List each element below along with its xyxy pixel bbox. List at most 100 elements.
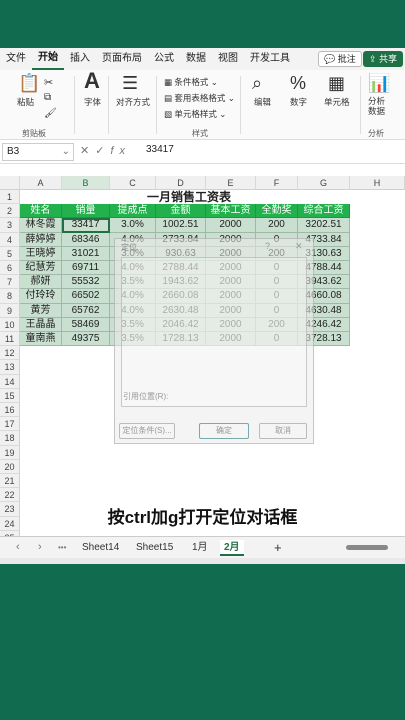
column-header-d[interactable]: D xyxy=(156,176,206,190)
sheet-tab-sheet15[interactable]: Sheet15 xyxy=(132,540,177,556)
table-cell[interactable]: 王晓婷 xyxy=(20,246,62,261)
row-header-7[interactable]: 7 xyxy=(0,275,20,290)
header-cell[interactable]: 综合工资 xyxy=(298,204,350,219)
select-all-corner[interactable] xyxy=(0,176,20,190)
table-cell[interactable]: 3.0% xyxy=(110,218,156,233)
special-button[interactable]: 定位条件(S)... xyxy=(119,423,175,439)
header-cell[interactable]: 销量 xyxy=(62,204,110,219)
font-label[interactable]: 字体 xyxy=(84,96,101,108)
row-header-11[interactable]: 11 xyxy=(0,332,20,347)
table-cell[interactable]: 58469 xyxy=(62,317,110,332)
column-header-a[interactable]: A xyxy=(20,176,62,190)
table-cell[interactable]: 1002.51 xyxy=(156,218,206,233)
percent-icon[interactable]: % xyxy=(290,74,306,92)
tab-page-layout[interactable]: 页面布局 xyxy=(96,48,148,70)
row-header-8[interactable]: 8 xyxy=(0,289,20,304)
table-format-button[interactable]: ▤ 套用表格格式 ⌄ xyxy=(164,92,235,104)
alignment-label[interactable]: 对齐方式 xyxy=(116,96,150,108)
row-header-18[interactable]: 18 xyxy=(0,431,20,446)
table-cell[interactable]: 黄芳 xyxy=(20,303,62,318)
format-painter-icon[interactable]: 🖌 xyxy=(44,108,57,119)
row-header-1[interactable]: 1 xyxy=(0,190,20,205)
column-header-h[interactable]: H xyxy=(350,176,405,190)
tab-data[interactable]: 数据 xyxy=(180,48,212,70)
row-header-13[interactable]: 13 xyxy=(0,360,20,375)
row-header-16[interactable]: 16 xyxy=(0,403,20,418)
row-header-12[interactable]: 12 xyxy=(0,346,20,361)
conditional-format-button[interactable]: ▦ 条件格式 ⌄ xyxy=(164,76,218,88)
table-cell[interactable]: 69711 xyxy=(62,261,110,276)
cut-icon[interactable]: ✂ xyxy=(44,76,53,89)
table-cell[interactable]: 68346 xyxy=(62,232,110,247)
table-cell[interactable]: 薛婷婷 xyxy=(20,232,62,247)
sheet-title[interactable]: 一月销售工资表 xyxy=(106,190,272,204)
analyze-data-icon[interactable]: 📊 xyxy=(368,74,390,92)
table-cell[interactable]: 林冬霞 xyxy=(20,218,62,233)
table-cell[interactable]: 49375 xyxy=(62,332,110,347)
column-header-b[interactable]: B xyxy=(62,176,110,190)
ok-button[interactable]: 确定 xyxy=(199,423,249,439)
row-header-19[interactable]: 19 xyxy=(0,445,20,460)
header-cell[interactable]: 全勤奖 xyxy=(256,204,298,219)
row-header-14[interactable]: 14 xyxy=(0,374,20,389)
edit-label[interactable]: 编辑 xyxy=(254,96,271,108)
chevron-right-icon[interactable]: › xyxy=(38,541,42,553)
table-cell[interactable]: 纪慧芳 xyxy=(20,261,62,276)
copy-icon[interactable]: ⧉ xyxy=(44,92,51,103)
row-header-22[interactable]: 22 xyxy=(0,488,20,503)
table-cell[interactable]: 郝妍 xyxy=(20,275,62,290)
header-cell[interactable]: 基本工资 xyxy=(206,204,256,219)
share-button[interactable]: ⇪ 共享 xyxy=(362,51,403,67)
sheet-tab-sheet14[interactable]: Sheet14 xyxy=(78,540,123,556)
chevron-down-icon[interactable]: ⌄ xyxy=(62,144,70,160)
table-cell[interactable]: 2000 xyxy=(206,218,256,233)
name-box[interactable]: B3 ⌄ xyxy=(2,143,74,161)
row-header-3[interactable]: 3 xyxy=(0,218,20,233)
table-cell[interactable]: 55532 xyxy=(62,275,110,290)
table-cell[interactable]: 付玲玲 xyxy=(20,289,62,304)
column-header-c[interactable]: C xyxy=(110,176,156,190)
cancel-button[interactable]: 取消 xyxy=(259,423,307,439)
tab-formulas[interactable]: 公式 xyxy=(148,48,180,70)
table-cell[interactable]: 33417 xyxy=(62,218,110,233)
tab-developer[interactable]: 开发工具 xyxy=(244,48,296,70)
table-cell[interactable]: 童南燕 xyxy=(20,332,62,347)
check-icon[interactable]: ✓ xyxy=(95,145,110,157)
chevron-left-icon[interactable]: ‹ xyxy=(16,541,20,553)
analyze-data-label[interactable]: 分析数据 xyxy=(368,96,392,116)
row-header-4[interactable]: 4 xyxy=(0,232,20,247)
column-header-f[interactable]: F xyxy=(256,176,298,190)
cancel-icon[interactable]: ✕ xyxy=(80,145,95,157)
horizontal-scrollbar[interactable] xyxy=(346,545,388,550)
header-cell[interactable]: 金额 xyxy=(156,204,206,219)
cell-style-button[interactable]: ▧ 单元格样式 ⌄ xyxy=(164,108,226,120)
table-cell[interactable]: 31021 xyxy=(62,246,110,261)
help-icon[interactable]: ? xyxy=(265,241,270,251)
formula-input[interactable]: 33417 xyxy=(146,144,174,155)
search-icon[interactable]: ⌕ xyxy=(252,74,262,92)
tab-home[interactable]: 开始 xyxy=(32,48,64,70)
sheet-tab-2[interactable]: 2月 xyxy=(220,540,244,556)
row-header-5[interactable]: 5 xyxy=(0,246,20,261)
row-header-17[interactable]: 17 xyxy=(0,417,20,432)
goto-list[interactable] xyxy=(121,257,307,407)
row-header-2[interactable]: 2 xyxy=(0,204,20,219)
alignment-icon[interactable]: ☰ xyxy=(122,74,138,92)
tab-view[interactable]: 视图 xyxy=(212,48,244,70)
cells-label[interactable]: 单元格 xyxy=(324,96,350,108)
column-header-g[interactable]: G xyxy=(298,176,350,190)
column-header-e[interactable]: E xyxy=(206,176,256,190)
row-header-15[interactable]: 15 xyxy=(0,388,20,403)
header-cell[interactable]: 提成点 xyxy=(110,204,156,219)
table-cell[interactable]: 200 xyxy=(256,218,298,233)
table-cell[interactable]: 王晶晶 xyxy=(20,317,62,332)
font-icon[interactable]: A xyxy=(84,70,100,92)
tab-insert[interactable]: 插入 xyxy=(64,48,96,70)
fx-icon[interactable]: fx xyxy=(110,145,131,157)
row-header-21[interactable]: 21 xyxy=(0,474,20,489)
number-label[interactable]: 数字 xyxy=(290,96,307,108)
table-cell[interactable]: 3202.51 xyxy=(298,218,350,233)
row-header-9[interactable]: 9 xyxy=(0,303,20,318)
table-cell[interactable]: 65762 xyxy=(62,303,110,318)
add-sheet-button[interactable]: + xyxy=(270,540,286,556)
